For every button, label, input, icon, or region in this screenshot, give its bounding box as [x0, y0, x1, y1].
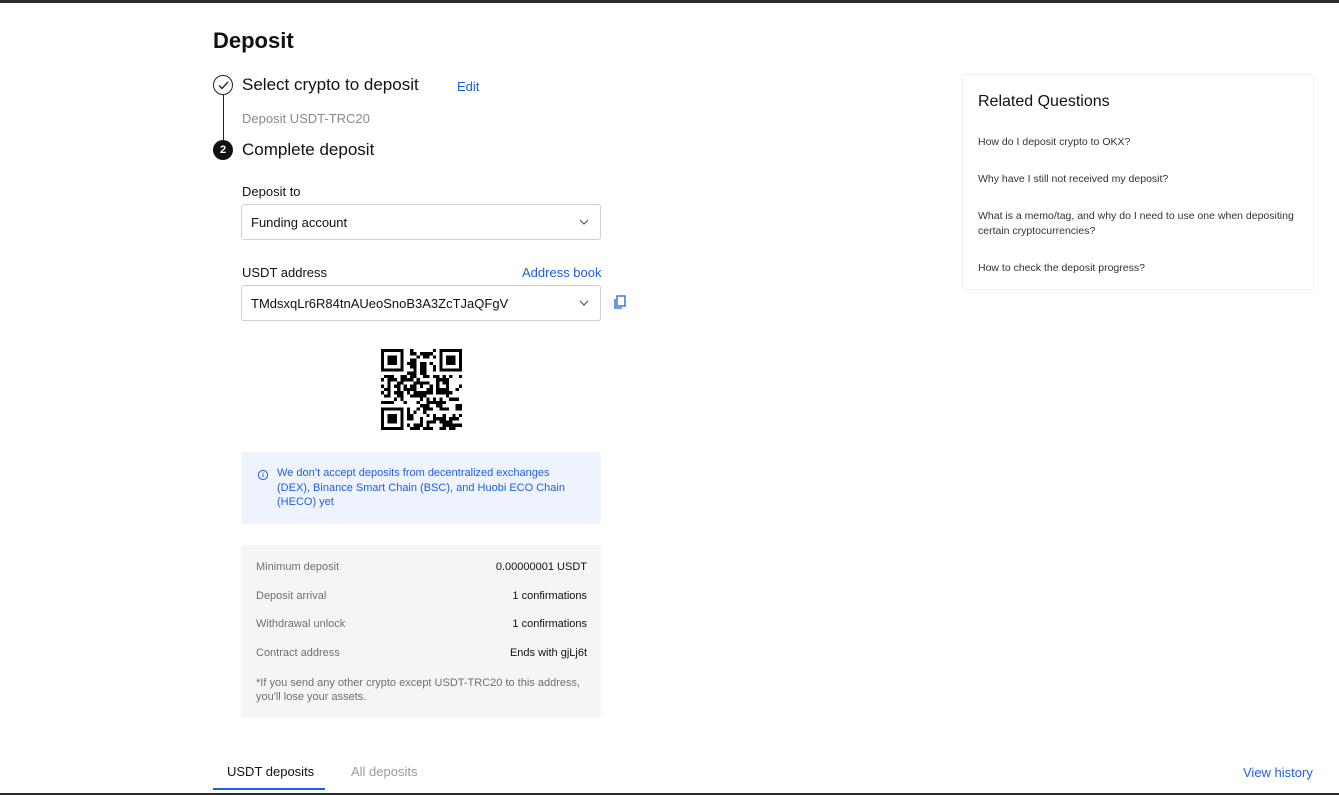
detail-value: 0.00000001 USDT: [495, 561, 587, 573]
active-tab-underline: [213, 788, 325, 790]
related-question-link[interactable]: How to check the deposit progress?: [978, 261, 1298, 276]
deposit-to-label: Deposit to: [242, 184, 301, 199]
deposit-to-value: Funding account: [251, 214, 348, 230]
tab-all-deposits[interactable]: All deposits: [351, 764, 417, 779]
step-number-badge: 2: [213, 140, 233, 160]
detail-label: Minimum deposit: [256, 561, 340, 573]
detail-value: Ends with gjLj6t: [509, 647, 587, 659]
check-circle-icon: [213, 75, 233, 95]
usdt-address-value: TMdsxqLr6R84tnAUeoSnoB3A3ZcTJaQFgV: [251, 295, 509, 311]
wrong-crypto-warning: *If you send any other crypto except USD…: [256, 677, 581, 703]
related-questions-panel: Related Questions How do I deposit crypt…: [962, 74, 1314, 290]
detail-value: 1 confirmations: [512, 590, 587, 602]
dex-notice-banner: We don’t accept deposits from decentrali…: [241, 452, 601, 524]
tab-usdt-deposits[interactable]: USDT deposits: [227, 764, 314, 779]
deposit-details-panel: Minimum deposit 0.00000001 USDT Deposit …: [241, 545, 601, 718]
top-border: [0, 0, 1339, 3]
step-complete-deposit-title: Complete deposit: [242, 140, 375, 159]
usdt-address-label: USDT address: [242, 265, 328, 280]
dex-notice-text: We don’t accept deposits from decentrali…: [277, 467, 565, 508]
selected-crypto-summary: Deposit USDT-TRC20: [242, 111, 370, 126]
detail-label: Contract address: [256, 647, 340, 659]
deposit-to-select[interactable]: Funding account: [241, 204, 601, 240]
related-question-link[interactable]: What is a memo/tag, and why do I need to…: [978, 209, 1298, 239]
view-history-link[interactable]: View history: [1243, 765, 1313, 780]
detail-row: Minimum deposit 0.00000001 USDT: [256, 561, 587, 573]
usdt-address-select[interactable]: TMdsxqLr6R84tnAUeoSnoB3A3ZcTJaQFgV: [241, 285, 601, 321]
page-title: Deposit: [213, 28, 294, 53]
detail-label: Withdrawal unlock: [256, 618, 346, 630]
detail-row: Contract address Ends with gjLj6t: [256, 647, 587, 659]
detail-row: Deposit arrival 1 confirmations: [256, 590, 587, 602]
copy-icon[interactable]: [612, 294, 628, 310]
info-icon: [257, 468, 269, 481]
related-question-link[interactable]: Why have I still not received my deposit…: [978, 172, 1298, 187]
detail-label: Deposit arrival: [256, 590, 327, 602]
chevron-down-icon: [577, 296, 591, 310]
chevron-down-icon: [577, 215, 591, 229]
edit-link[interactable]: Edit: [457, 79, 479, 94]
address-book-link[interactable]: Address book: [522, 265, 602, 280]
step-connector: [222, 95, 224, 140]
related-question-link[interactable]: How do I deposit crypto to OKX?: [978, 135, 1298, 150]
detail-row: Withdrawal unlock 1 confirmations: [256, 618, 587, 630]
step-select-crypto-title: Select crypto to deposit: [242, 75, 419, 94]
deposit-qr-code: [381, 349, 462, 430]
related-questions-title: Related Questions: [978, 93, 1110, 110]
detail-value: 1 confirmations: [512, 618, 587, 630]
